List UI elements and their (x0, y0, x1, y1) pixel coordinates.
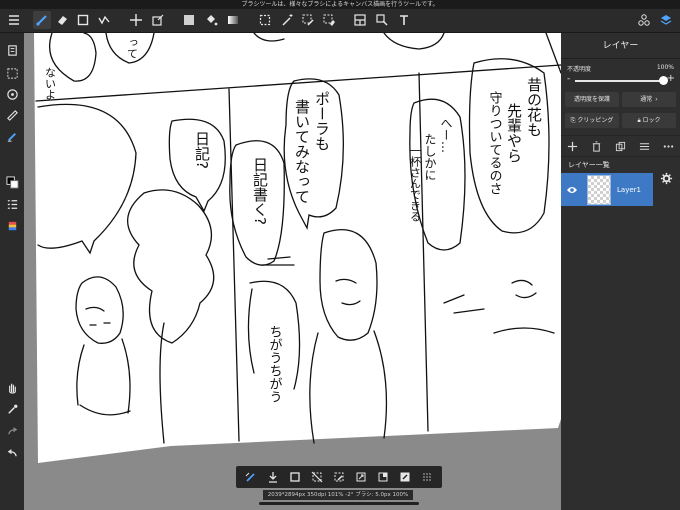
material-tool-icon[interactable] (373, 11, 391, 29)
status-message: ブラシツールは、様々なブラシによるキャンバス描画を行うツールです。 (0, 0, 680, 9)
brush-list-icon[interactable] (3, 195, 21, 213)
fill-color-icon[interactable] (180, 11, 198, 29)
transform-tool-icon[interactable] (149, 11, 167, 29)
speech-text-5: 守りついてるのさ (487, 91, 503, 195)
speech-text-7: 書いてみなって (293, 99, 311, 204)
speech-text-8: 日記? (193, 131, 211, 169)
layer-actions (561, 135, 680, 157)
transform-handle-icon[interactable] (243, 469, 259, 485)
color-swatch-icon[interactable] (3, 173, 21, 191)
color-palette-icon[interactable] (3, 217, 21, 235)
layer-panel: レイヤー 不透明度 100% - + 透明度を保護 通常 › ⎘ クリッピング 🔒… (561, 33, 680, 510)
selection-menu-icon[interactable] (3, 64, 21, 82)
layer-row[interactable]: Layer1 (561, 173, 653, 206)
menu-icon[interactable] (5, 11, 23, 29)
opacity-slider[interactable] (575, 76, 668, 85)
eraser-tool-icon[interactable] (53, 11, 71, 29)
chevron-right-icon: › (655, 96, 658, 103)
visibility-eye-icon[interactable] (561, 185, 583, 195)
layer-thumbnail (587, 174, 611, 205)
manga-page[interactable]: ないよ って 昔の花も 先輩やら 守りついてるのさ ポーラも 書いてみなって 日… (24, 33, 561, 510)
panel-title: レイヤー (561, 33, 680, 59)
snap-pen-icon[interactable] (3, 127, 21, 145)
speech-text-13: ちがうちがう (267, 325, 283, 403)
app-window: ブラシツールは、様々なブラシによるキャンバス描画を行うツールです。 ないよ って… (0, 0, 680, 510)
left-toolbar (0, 33, 24, 510)
speech-text-3: 昔の花も (525, 77, 543, 137)
opacity-decrease-button[interactable]: - (567, 74, 570, 84)
protect-alpha-button[interactable]: 透明度を保護 (565, 92, 619, 107)
speech-text-12: 一杯さんできる (409, 145, 422, 222)
brush-tool-icon[interactable] (33, 11, 51, 29)
selection-pen-icon[interactable] (299, 11, 317, 29)
layer-name: Layer1 (617, 185, 641, 194)
blend-mode-label: 通常 (640, 96, 653, 103)
speech-text-2: って (126, 37, 139, 59)
frame-divider-icon[interactable] (351, 11, 369, 29)
speech-text-9: 日記書く? (251, 157, 269, 225)
delete-layer-icon[interactable] (589, 138, 605, 154)
download-icon[interactable] (265, 469, 281, 485)
canvas-info-bar: 2039*2894px 350dpi 101% -2° ブラシ: 5.0px 1… (263, 490, 413, 500)
speech-text-1: ないよ (44, 67, 57, 100)
grid-menu-icon[interactable] (419, 469, 435, 485)
selection-tool-icon[interactable] (256, 11, 274, 29)
speech-text-11: たしかに (423, 133, 437, 181)
layers-panel-icon[interactable] (657, 11, 675, 29)
gradient-tool-icon[interactable] (224, 11, 242, 29)
opacity-control: 不透明度 100% - + (561, 59, 680, 89)
add-layer-icon[interactable] (565, 138, 581, 154)
undo-icon[interactable] (3, 444, 21, 462)
materials-panel-icon[interactable] (635, 11, 653, 29)
layer-settings-gear-icon[interactable] (653, 162, 680, 195)
ruler-icon[interactable] (3, 106, 21, 124)
clear-icon[interactable] (331, 469, 347, 485)
speech-text-4: 先輩やら (505, 103, 523, 163)
deselect-icon[interactable] (309, 469, 325, 485)
layer-list-icon[interactable] (636, 138, 652, 154)
canvas-area[interactable]: ないよ って 昔の花も 先輩やら 守りついてるのさ ポーラも 書いてみなって 日… (24, 33, 561, 510)
blend-mode-button[interactable]: 通常 › (622, 92, 676, 107)
fill-selection-icon[interactable] (375, 469, 391, 485)
opacity-label: 不透明度 (567, 66, 592, 73)
clipping-label: クリッピング (577, 117, 614, 124)
scale-icon[interactable] (353, 469, 369, 485)
hand-tool-icon[interactable] (3, 378, 21, 396)
duplicate-layer-icon[interactable] (612, 138, 628, 154)
opacity-value: 100% (656, 64, 674, 71)
lock-label: ロック (642, 117, 661, 124)
edit-icon[interactable] (397, 469, 413, 485)
speech-text-10: へー… (439, 117, 453, 153)
magic-wand-icon[interactable] (278, 11, 296, 29)
rectangle-tool-icon[interactable] (74, 11, 92, 29)
more-options-icon[interactable] (660, 138, 676, 154)
opacity-increase-button[interactable]: + (667, 73, 675, 84)
bottom-toolbar (236, 466, 442, 488)
clipping-button[interactable]: ⎘ クリッピング (565, 113, 619, 128)
redo-icon[interactable] (3, 422, 21, 440)
eyedropper-icon[interactable] (3, 400, 21, 418)
top-toolbar (0, 9, 680, 33)
page-manager-icon[interactable] (3, 41, 21, 59)
home-indicator (259, 502, 419, 505)
text-tool-icon[interactable] (395, 11, 413, 29)
lock-button[interactable]: 🔒︎ ロック (622, 113, 676, 128)
bucket-tool-icon[interactable] (202, 11, 220, 29)
opacity-slider-fill (575, 80, 664, 82)
select-all-icon[interactable] (287, 469, 303, 485)
speech-text-6: ポーラも (313, 91, 331, 151)
selection-eraser-icon[interactable] (320, 11, 338, 29)
stroke-tool-icon[interactable] (95, 11, 113, 29)
rotate-canvas-icon[interactable] (3, 85, 21, 103)
move-tool-icon[interactable] (127, 11, 145, 29)
